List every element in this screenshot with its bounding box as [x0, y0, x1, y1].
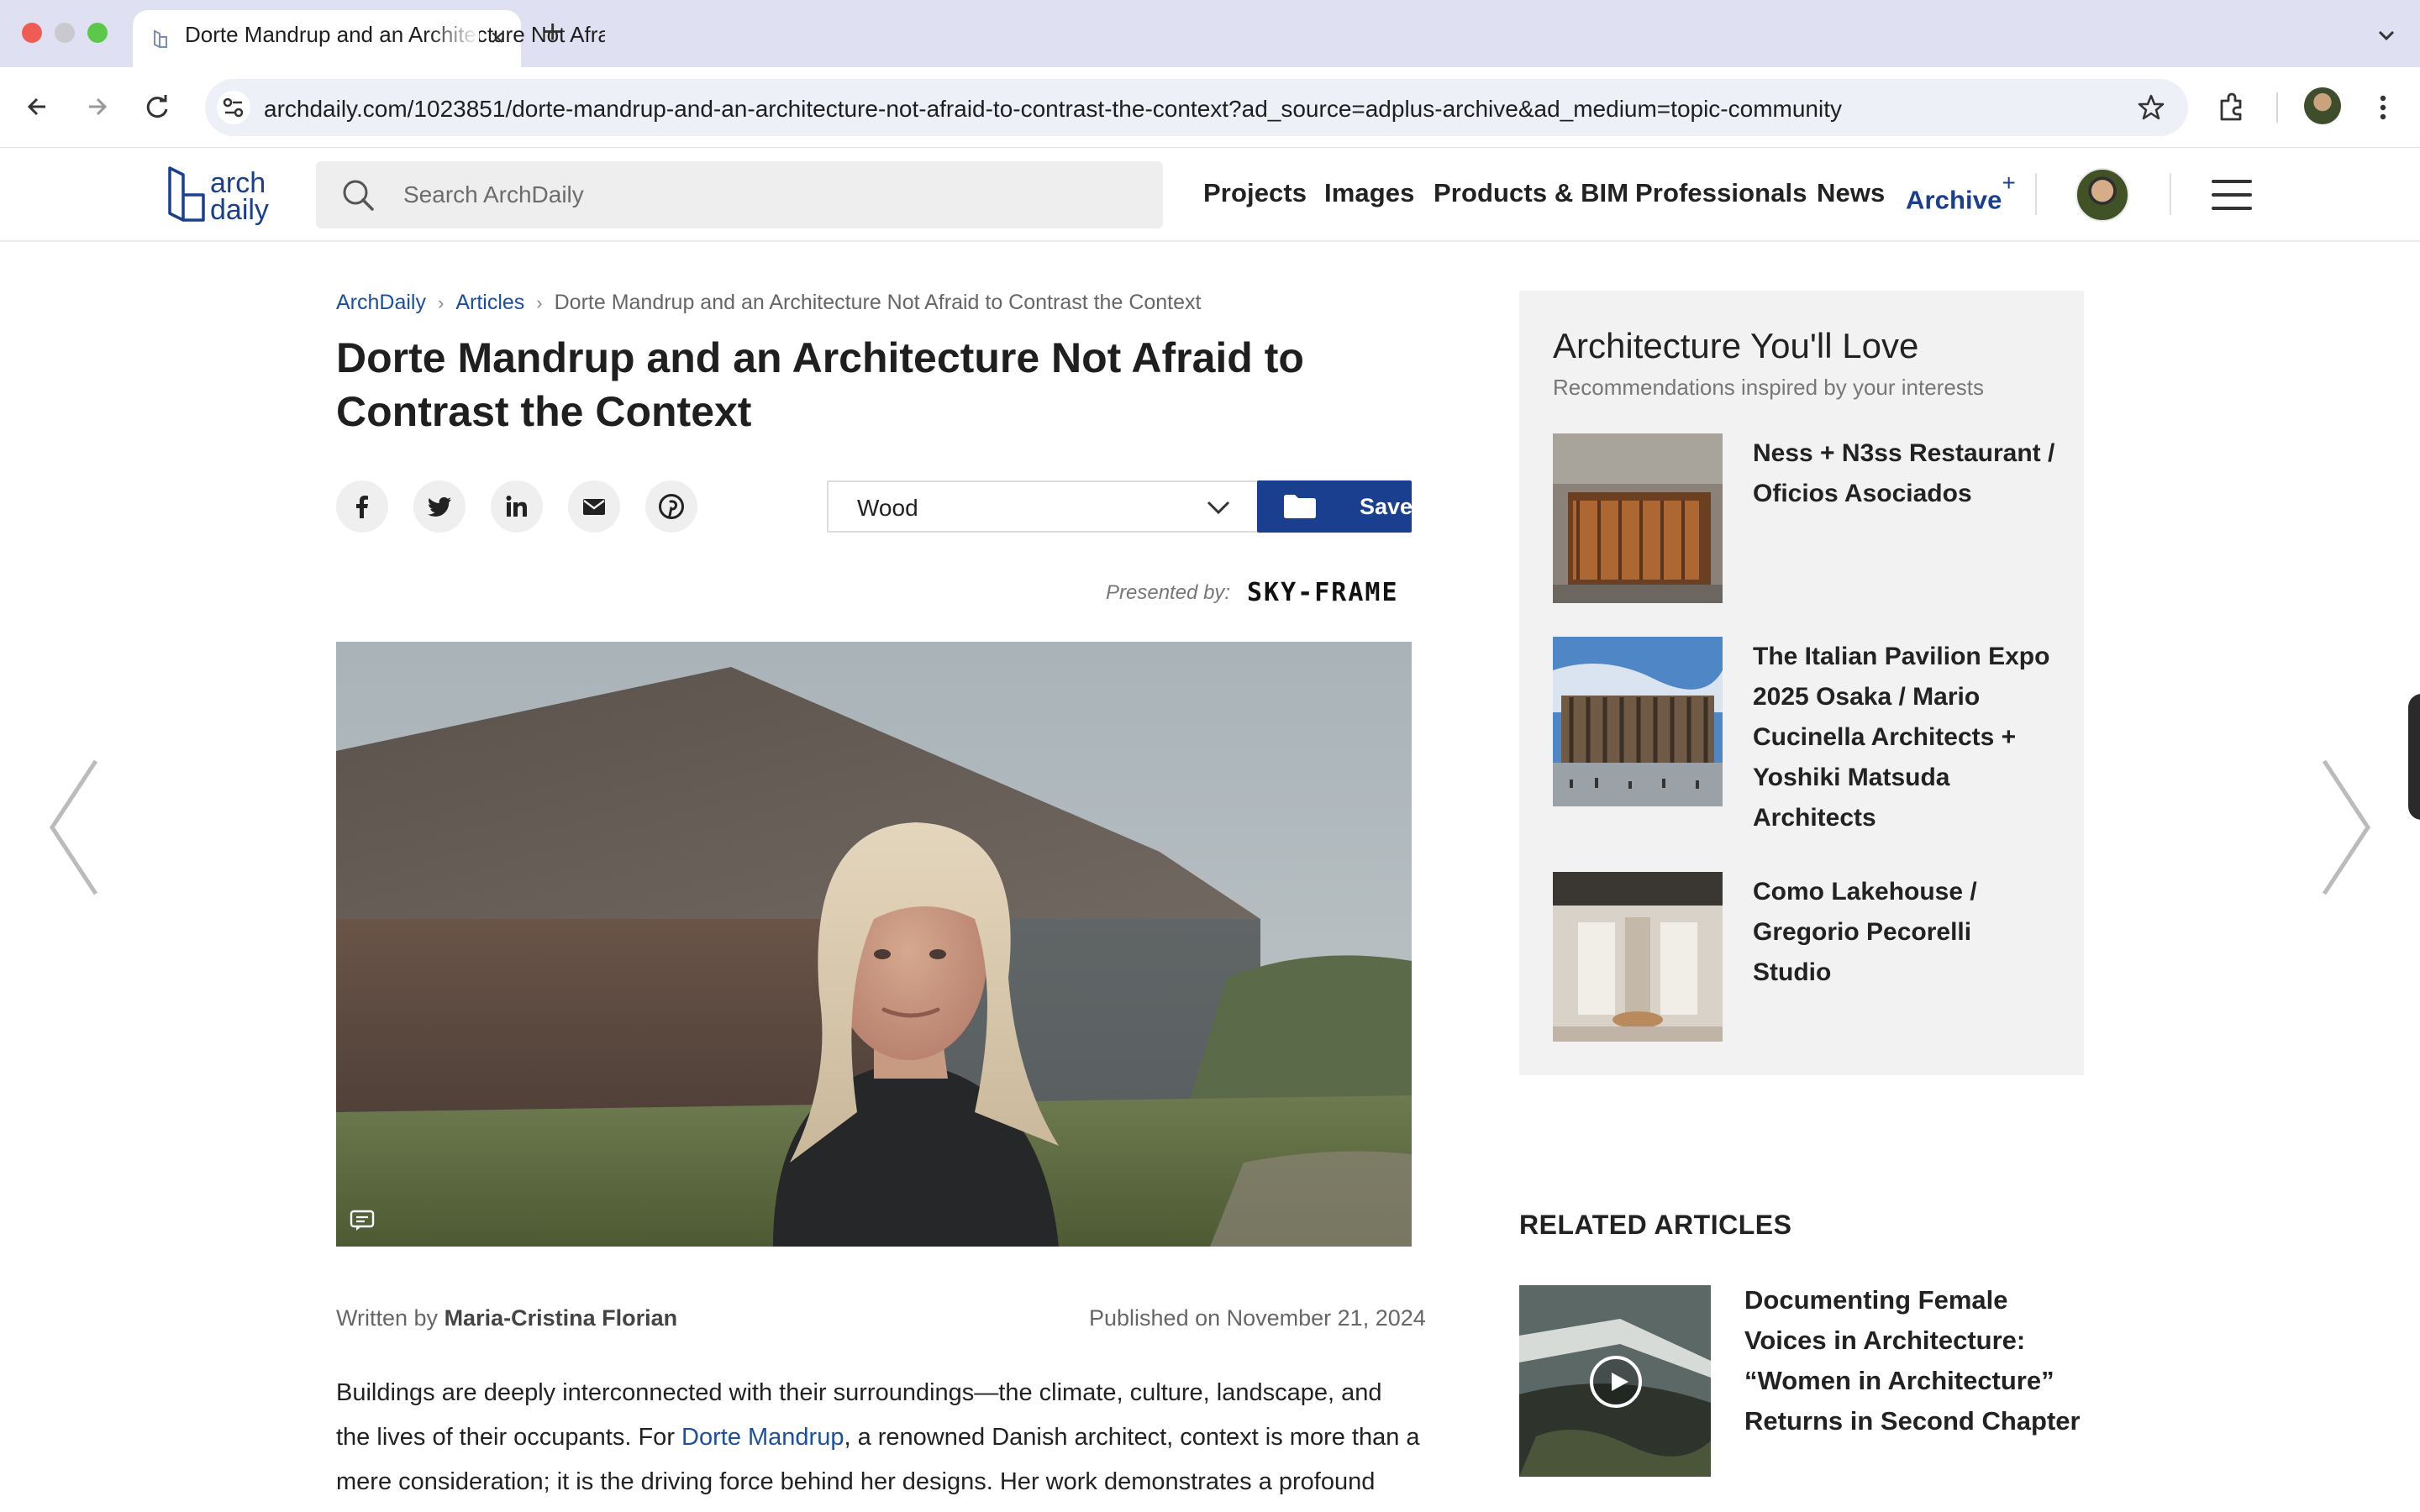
recommendations-panel: Architecture You'll Love Recommendations… — [1519, 291, 2084, 1075]
share-facebook-button[interactable] — [336, 480, 388, 533]
hero-image[interactable] — [336, 642, 1412, 1247]
logo-text-arch: arch — [210, 167, 266, 199]
user-avatar[interactable] — [2075, 168, 2129, 222]
nav-images[interactable]: Images — [1324, 178, 1414, 208]
maximize-window-button[interactable] — [87, 23, 108, 43]
nav-products-bim[interactable]: Products & BIM — [1434, 178, 1628, 208]
written-by-label: Written by — [336, 1305, 439, 1331]
facebook-icon — [356, 496, 368, 518]
logo-text-daily: daily — [210, 194, 269, 226]
browser-menu-kebab-icon[interactable] — [2365, 89, 2402, 126]
chevron-down-icon — [1207, 501, 1230, 515]
archdaily-logo-mark-icon — [168, 166, 205, 222]
share-pinterest-button[interactable] — [645, 480, 697, 533]
nav-news[interactable]: News — [1817, 178, 1885, 208]
breadcrumb-current: Dorte Mandrup and an Architecture Not Af… — [554, 291, 1202, 314]
recommendation-title[interactable]: Ness + N3ss Restaurant / Oficios Asociad… — [1753, 433, 2055, 514]
folder-icon — [1284, 495, 1316, 518]
reload-icon[interactable] — [139, 89, 175, 124]
nav-projects[interactable]: Projects — [1203, 178, 1307, 208]
breadcrumb-archdaily[interactable]: ArchDaily — [336, 291, 426, 314]
tab-close-icon[interactable]: × — [491, 25, 504, 50]
back-arrow-icon[interactable] — [20, 89, 55, 124]
next-arrow-icon[interactable] — [2316, 756, 2375, 899]
recommendation-title[interactable]: The Italian Pavilion Expo 2025 Osaka / M… — [1753, 637, 2055, 838]
tab-search-chevron-icon[interactable] — [2370, 18, 2403, 52]
related-article-title[interactable]: Documenting Female Voices in Architectur… — [1744, 1280, 2089, 1441]
browser-tab-active[interactable]: Dorte Mandrup and an Architecture Not Af… — [133, 10, 605, 67]
previous-arrow-icon[interactable] — [45, 756, 104, 899]
tab-title: Dorte Mandrup and an Architecture Not Af… — [185, 22, 605, 47]
close-window-button[interactable] — [22, 23, 42, 43]
browser-tab-bar: Dorte Mandrup and an Architecture Not Af… — [0, 0, 2420, 67]
video-play-button[interactable] — [1590, 1356, 1642, 1408]
sponsor-logo[interactable]: SKY-FRAME — [1247, 578, 1399, 607]
profile-avatar[interactable] — [2304, 87, 2341, 124]
hamburger-menu-icon[interactable] — [2212, 180, 2252, 210]
site-settings-icon[interactable] — [217, 91, 250, 124]
published-date: Published on November 21, 2024 — [1089, 1305, 1426, 1331]
breadcrumb-articles[interactable]: Articles — [455, 291, 524, 314]
author-name[interactable]: Maria-Cristina Florian — [445, 1305, 678, 1331]
address-bar[interactable]: archdaily.com/1023851/dorte-mandrup-and-… — [205, 79, 2188, 136]
breadcrumb-chevron-icon: › — [437, 292, 445, 313]
recommendation-thumbnail[interactable] — [1553, 637, 1723, 806]
nav-archive-plus[interactable]: Archive+ — [1906, 170, 2016, 215]
search-bar[interactable]: Search ArchDaily — [316, 161, 1163, 228]
article-title: Dorte Mandrup and an Architecture Not Af… — [336, 334, 1304, 435]
recommendations-title: Architecture You'll Love — [1553, 326, 1919, 365]
pinterest-icon — [659, 494, 684, 519]
article-body-paragraph: Buildings are deeply interconnected with… — [336, 1379, 1420, 1495]
save-button[interactable]: Save — [1257, 480, 1413, 533]
recommendation-thumbnail[interactable] — [1553, 433, 1723, 603]
recommendation-title[interactable]: Como Lakehouse / Gregorio Pecorelli Stud… — [1753, 872, 2055, 993]
side-panel-tab[interactable] — [2408, 694, 2420, 820]
minimize-window-button[interactable] — [55, 23, 75, 43]
email-icon — [583, 499, 605, 515]
share-linkedin-button[interactable] — [491, 480, 543, 533]
recommendation-thumbnail[interactable] — [1553, 872, 1723, 1042]
related-article-thumbnail[interactable] — [1519, 1285, 1711, 1477]
twitter-icon — [428, 496, 451, 517]
author-byline: Written by Maria-Cristina Florian — [336, 1305, 677, 1331]
archdaily-favicon-icon — [154, 29, 167, 49]
search-input[interactable]: Search ArchDaily — [403, 181, 584, 208]
breadcrumb-chevron-icon: › — [536, 292, 543, 313]
folder-dropdown-value: Wood — [857, 495, 918, 521]
hero-portrait-image — [336, 642, 1412, 1247]
play-icon — [1612, 1373, 1628, 1391]
image-caption-icon[interactable] — [350, 1210, 375, 1231]
bookmark-star-icon[interactable] — [2134, 91, 2168, 124]
linkedin-icon — [506, 496, 527, 517]
nav-professionals[interactable]: Professionals — [1635, 178, 1807, 208]
share-twitter-button[interactable] — [413, 480, 466, 533]
site-header: arch daily Search ArchDaily Projects Ima… — [0, 148, 2420, 242]
new-tab-button[interactable]: + — [543, 15, 562, 49]
breadcrumb: ArchDaily › Articles › Dorte Mandrup and an … — [336, 291, 1201, 315]
save-button-label: Save — [1360, 494, 1413, 519]
save-folder-dropdown[interactable]: Wood — [827, 480, 1259, 533]
browser-toolbar: archdaily.com/1023851/dorte-mandrup-and-… — [0, 67, 2420, 148]
share-email-button[interactable] — [568, 480, 620, 533]
url-text[interactable]: archdaily.com/1023851/dorte-mandrup-and-… — [264, 96, 1842, 123]
recommendations-subtitle: Recommendations inspired by your interes… — [1553, 375, 1985, 400]
forward-arrow-icon[interactable] — [79, 89, 114, 124]
related-articles-heading: RELATED ARTICLES — [1519, 1210, 1792, 1240]
extensions-puzzle-icon[interactable] — [2213, 89, 2250, 126]
archdaily-logo[interactable]: arch daily — [165, 161, 282, 228]
link-dorte-mandrup[interactable]: Dorte Mandrup — [681, 1424, 844, 1451]
search-icon — [343, 180, 374, 211]
presented-by-label: Presented by: — [1106, 581, 1231, 604]
